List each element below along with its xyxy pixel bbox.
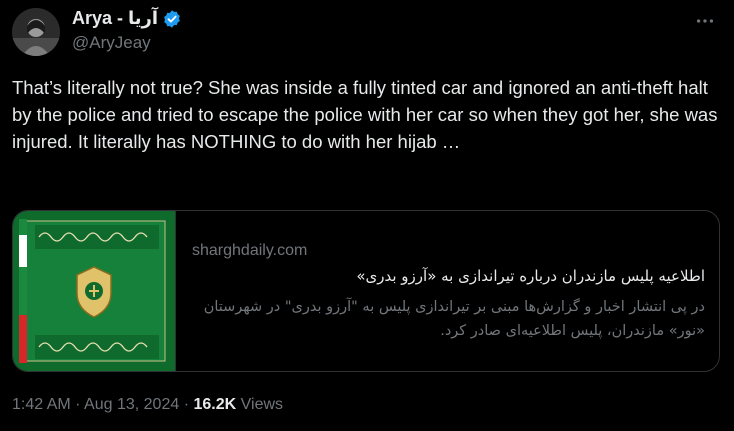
author-display-name[interactable]: Arya - آریا (72, 8, 158, 29)
card-domain: sharghdaily.com (192, 242, 308, 259)
tweet-time[interactable]: 1:42 AM (12, 396, 71, 413)
profile-photo-icon (12, 8, 60, 56)
tweet-date[interactable]: Aug 13, 2024 (84, 396, 179, 413)
card-thumbnail (13, 211, 176, 371)
card-description: در پی انتشار اخبار و گزارش‌ها مبنی بر تی… (203, 299, 705, 339)
more-options-icon[interactable] (694, 10, 716, 32)
author-handle[interactable]: @AryJeay (72, 33, 151, 53)
views-label: Views (240, 396, 284, 413)
views-count[interactable]: 16.2K (193, 396, 236, 413)
card-body[interactable]: sharghdaily.com اطلاعیه پلیس مازندران در… (176, 211, 719, 371)
card-title: اطلاعیه پلیس مازندران درباره تیراندازی ب… (356, 267, 705, 285)
verified-badge-icon[interactable] (162, 9, 182, 29)
avatar[interactable] (12, 8, 60, 56)
tweet-meta: 1:42 AM · Aug 13, 2024 · 16.2K Views (12, 396, 283, 414)
link-preview-card[interactable]: sharghdaily.com اطلاعیه پلیس مازندران در… (12, 210, 720, 372)
police-flag-image-icon (13, 211, 175, 371)
tweet-text: That’s literally not true? She was insid… (12, 77, 723, 152)
meta-separator: · (75, 396, 81, 413)
author-name-row: Arya - آریا (72, 8, 182, 29)
meta-separator: · (183, 396, 190, 413)
